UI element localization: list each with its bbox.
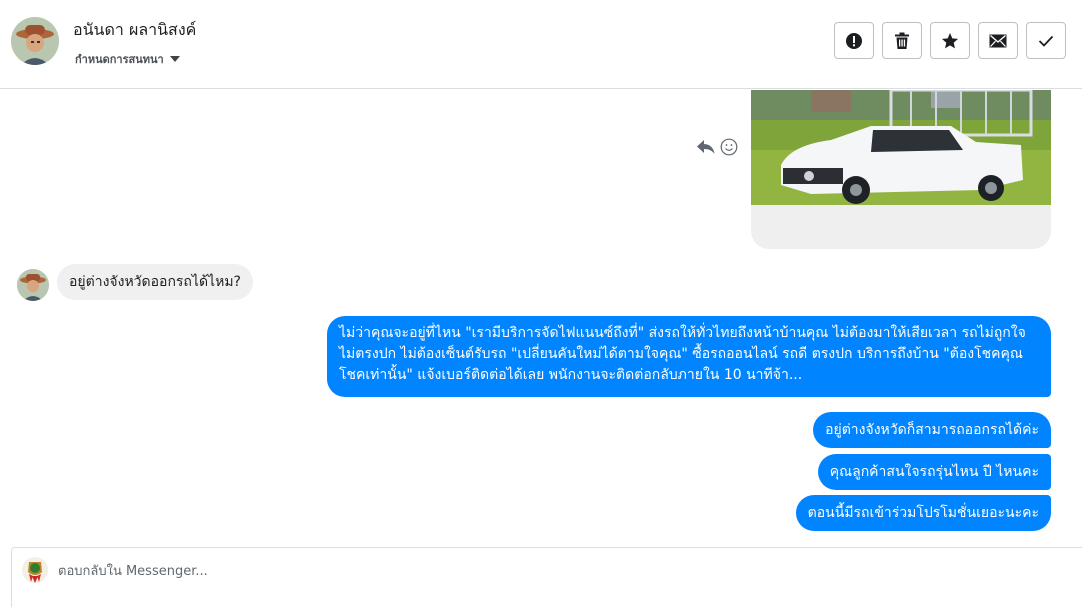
contact-avatar[interactable] [11, 17, 59, 65]
conversation-label-text: กำหนดการสนทนา [75, 53, 164, 66]
outgoing-message[interactable]: อยู่ต่างจังหวัดก็สามารถออกรถได้ค่ะ [813, 412, 1051, 448]
pickup-truck-photo [751, 90, 1051, 205]
incoming-message[interactable]: อยู่ต่างจังหวัดออกรถได้ไหม? [57, 264, 253, 300]
outgoing-message[interactable]: คุณลูกค้าสนใจรถรุ่นไหน ปี ไหนคะ [817, 454, 1051, 490]
envelope-icon [989, 34, 1007, 47]
reply-composer [11, 547, 1082, 607]
mark-unread-button[interactable] [978, 22, 1018, 59]
outgoing-message-long[interactable]: ไม่ว่าคุณจะอยู่ที่ไหน "เรามีบริการจัดไฟแ… [327, 316, 1051, 397]
conversation-label-dropdown[interactable]: กำหนดการสนทนา [75, 50, 180, 68]
messenger-inbox-thread: อนันดา ผลานิสงค์ กำหนดการสนทนา อยู่ต่างจ… [0, 0, 1082, 607]
reply-input[interactable] [58, 560, 1058, 582]
contact-avatar-small[interactable] [17, 269, 49, 301]
thread-toolbar [834, 22, 1066, 59]
message-list[interactable]: อยู่ต่างจังหวัดออกรถได้ไหม? ไม่ว่าคุณจะอ… [0, 90, 1082, 547]
mark-done-button[interactable] [1026, 22, 1066, 59]
trash-icon [895, 32, 909, 49]
message-actions [696, 138, 738, 156]
caret-down-icon [169, 56, 180, 62]
reply-icon[interactable] [696, 138, 716, 156]
spam-icon [846, 32, 862, 49]
checkmark-icon [1038, 35, 1054, 47]
star-button[interactable] [930, 22, 970, 59]
mark-spam-button[interactable] [834, 22, 874, 59]
outgoing-message[interactable]: ตอนนี้มีรถเข้าร่วมโปรโมชั่นเยอะนะคะ [795, 495, 1051, 531]
smiley-icon[interactable] [720, 138, 738, 156]
star-icon [942, 32, 958, 48]
thread-header: อนันดา ผลานิสงค์ กำหนดการสนทนา [0, 0, 1082, 89]
page-avatar [21, 556, 49, 584]
delete-button[interactable] [882, 22, 922, 59]
contact-name[interactable]: อนันดา ผลานิสงค์ [73, 18, 196, 43]
image-message[interactable] [751, 90, 1051, 249]
